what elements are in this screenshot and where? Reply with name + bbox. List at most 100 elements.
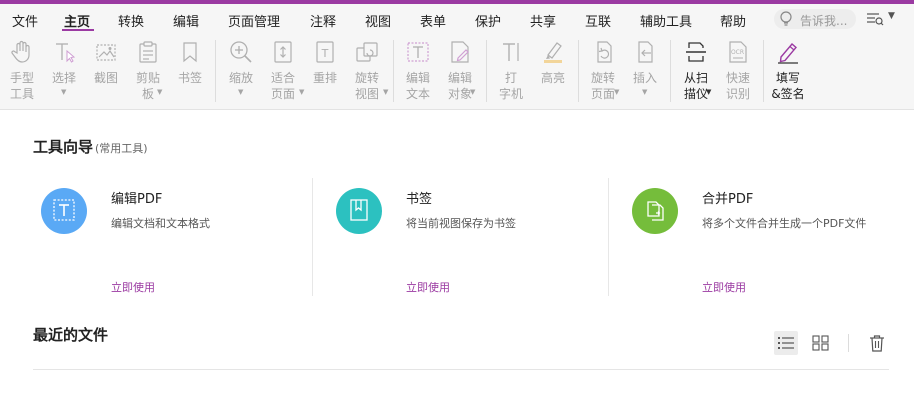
fill-sign-button[interactable]: 填写 &签名 [766, 34, 810, 106]
highlight-icon [544, 42, 562, 63]
fill-sign-icon [778, 43, 798, 64]
menu-bar: 文件 主页 转换 编辑 页面管理 注释 视图 表单 保护 共享 互联 辅助工具 … [0, 4, 914, 34]
fit-page-icon [274, 41, 292, 63]
chevron-down-icon: ▼ [642, 88, 648, 96]
fit-page-button[interactable]: 适合 页面 ▼ [261, 34, 305, 106]
menu-edit[interactable]: 编辑 [173, 11, 199, 30]
reflow-button[interactable]: T 重排 [303, 34, 347, 106]
card-title: 编辑PDF [111, 192, 163, 207]
from-scanner-button[interactable]: 从扫 描仪 ▼ [674, 34, 718, 106]
lightbulb-icon [780, 11, 792, 26]
recent-files-title: 最近的文件 [33, 326, 109, 344]
list-view-button[interactable] [774, 331, 798, 355]
tool-guide-heading: 工具向导 (常用工具) [33, 136, 148, 157]
card-title: 合并PDF [702, 192, 754, 207]
zoom-label: 缩放 [228, 71, 253, 85]
tool-guide-title: 工具向导 [33, 138, 94, 156]
highlight-button[interactable]: 高亮 [531, 34, 575, 106]
grid-view-button[interactable] [809, 331, 833, 355]
chevron-down-icon: ▼ [614, 88, 620, 96]
insert-icon [638, 41, 653, 63]
select-tool-button[interactable]: 选择 ▼ [42, 34, 86, 106]
highlight-label: 高亮 [540, 71, 565, 85]
rotate-page-button[interactable]: 旋转 页面 ▼ [581, 34, 625, 106]
reflow-icon: T [316, 41, 334, 63]
view-mode-icon[interactable] [866, 12, 884, 26]
edit-text-button[interactable]: 编辑 文本 [396, 34, 440, 106]
chevron-down-icon: ▼ [238, 88, 244, 96]
chevron-down-icon: ▼ [706, 88, 712, 96]
bookmark-tool-button[interactable]: 书签 [168, 34, 212, 106]
svg-text:OCR: OCR [731, 49, 744, 56]
active-tab-indicator [62, 29, 94, 31]
merge-pdf-icon[interactable] [632, 188, 678, 234]
tool-card-merge-pdf: 合并PDF 将多个文件合并生成一个PDF文件 立即使用 [624, 178, 914, 296]
menu-form[interactable]: 表单 [420, 11, 446, 30]
menu-annotate[interactable]: 注释 [310, 11, 336, 30]
menu-share[interactable]: 共享 [530, 11, 556, 30]
card-description: 将多个文件合并生成一个PDF文件 [702, 217, 867, 230]
rotate-view-button[interactable]: 旋转 视图 ▼ [345, 34, 389, 106]
fit-page-label: 适合 页面 [270, 71, 295, 101]
menu-protect[interactable]: 保护 [475, 11, 501, 30]
hand-tool-label: 手型 工具 [9, 71, 34, 101]
edit-object-label: 编辑 对象 [447, 71, 472, 101]
from-scanner-label: 从扫 描仪 [683, 71, 708, 101]
recent-files-divider [33, 369, 889, 370]
reflow-label: 重排 [312, 71, 337, 85]
edit-text-icon [407, 42, 429, 62]
ribbon-separator [763, 40, 764, 102]
fill-sign-label: 填写 &签名 [771, 71, 805, 101]
chevron-down-icon: ▼ [470, 88, 476, 96]
use-now-link[interactable]: 立即使用 [702, 279, 746, 295]
hand-tool-button[interactable]: 手型 工具 [0, 34, 44, 106]
tool-card-edit-pdf: 编辑PDF 编辑文档和文本格式 立即使用 [33, 178, 329, 296]
snapshot-label: 截图 [93, 71, 118, 85]
edit-object-button[interactable]: 编辑 对象 ▼ [438, 34, 482, 106]
ribbon-separator [578, 40, 579, 102]
search-placeholder: 告诉我... [800, 14, 848, 28]
tell-me-search[interactable]: 告诉我... [774, 9, 856, 29]
card-description: 编辑文档和文本格式 [111, 217, 210, 230]
edit-pdf-icon[interactable] [41, 188, 87, 234]
card-title: 书签 [406, 192, 433, 207]
scanner-icon [686, 42, 706, 62]
clipboard-button[interactable]: 剪贴 板 ▼ [126, 34, 170, 106]
rotate-view-label: 旋转 视图 [354, 71, 379, 101]
bookmark-tool-label: 书签 [177, 71, 202, 85]
insert-button[interactable]: 插入 ▼ [623, 34, 667, 106]
menu-help[interactable]: 帮助 [720, 11, 746, 30]
chevron-down-icon: ▼ [61, 88, 67, 96]
bookmark-icon[interactable] [336, 188, 382, 234]
ocr-icon: OCR [729, 41, 747, 63]
menu-convert[interactable]: 转换 [118, 11, 144, 30]
chevron-down-icon: ▼ [157, 88, 163, 96]
menu-page-management[interactable]: 页面管理 [228, 11, 280, 30]
snapshot-button[interactable]: 截图 [84, 34, 128, 106]
use-now-link[interactable]: 立即使用 [406, 279, 450, 295]
card-divider [312, 178, 313, 296]
tool-guide-subtitle: (常用工具) [95, 142, 148, 155]
menu-file[interactable]: 文件 [12, 11, 38, 30]
menu-connect[interactable]: 互联 [585, 11, 611, 30]
typewriter-icon [503, 43, 519, 61]
rotate-page-label: 旋转 页面 [590, 71, 615, 101]
toolbar-divider [848, 334, 849, 352]
grid-view-icon [812, 335, 829, 351]
ribbon-separator [215, 40, 216, 102]
typewriter-button[interactable]: 打 字机 [489, 34, 533, 106]
menu-view[interactable]: 视图 [365, 11, 391, 30]
chevron-down-icon[interactable]: ▼ [888, 11, 895, 21]
menu-home[interactable]: 主页 [64, 11, 90, 30]
hand-icon [11, 40, 30, 63]
bookmark-icon [183, 42, 197, 63]
zoom-button[interactable]: 缩放 ▼ [219, 34, 263, 106]
menu-accessibility[interactable]: 辅助工具 [640, 11, 692, 30]
use-now-link[interactable]: 立即使用 [111, 279, 155, 295]
typewriter-label: 打 字机 [498, 71, 523, 101]
ribbon-toolbar: 手型 工具 选择 ▼ 截图 剪贴 板 ▼ 书签 缩放 ▼ 适合 页面 ▼ T 重… [0, 34, 914, 110]
ribbon-separator [393, 40, 394, 102]
quick-ocr-button[interactable]: OCR 快速 识别 [716, 34, 760, 106]
clear-recent-button[interactable] [866, 332, 888, 354]
card-description: 将当前视图保存为书签 [406, 217, 516, 230]
